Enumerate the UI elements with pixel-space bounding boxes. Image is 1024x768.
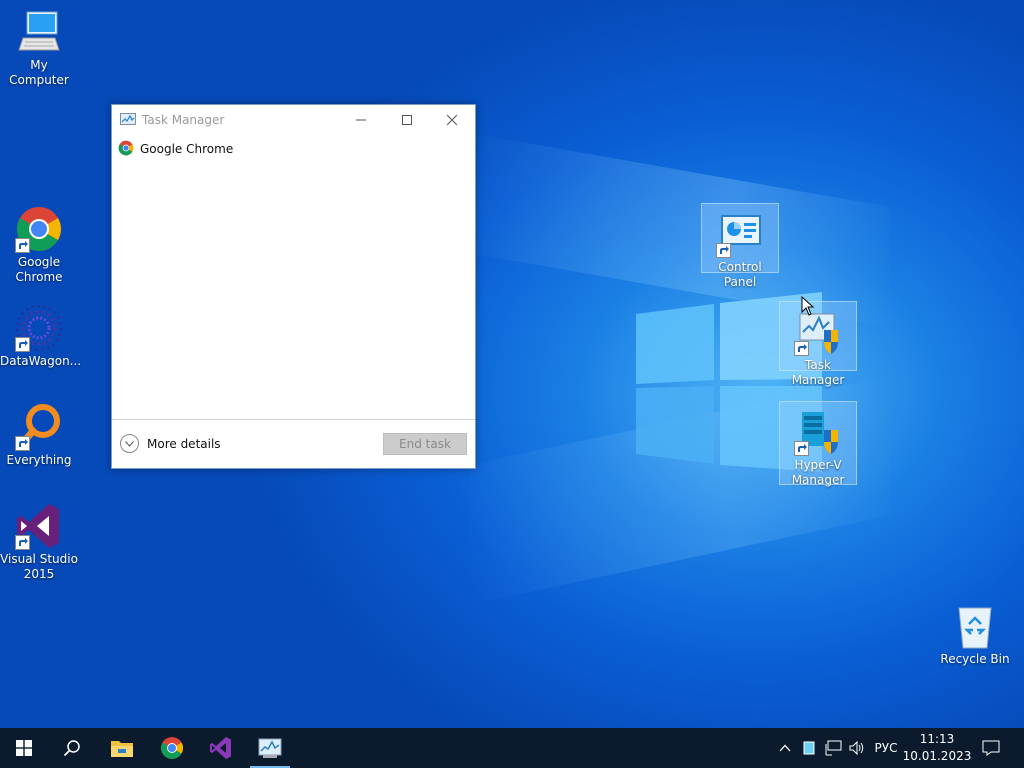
shortcut-arrow-icon: [716, 243, 731, 258]
task-manager-footer: More details End task: [112, 419, 475, 468]
hyper-v-icon: [794, 408, 842, 456]
desktop-icon-label: My Computer: [9, 58, 69, 87]
mouse-cursor-icon: [801, 296, 815, 316]
shortcut-arrow-icon: [794, 341, 809, 356]
taskbar-file-explorer[interactable]: [98, 728, 146, 768]
desktop-icon-label: Everything: [6, 453, 72, 467]
datawagon-icon: [15, 304, 63, 352]
desktop-icon-label: Recycle Bin: [940, 652, 1010, 666]
desktop-icon-hyper-v-manager[interactable]: Hyper-V Manager: [779, 401, 857, 487]
clock[interactable]: 11:13 10.01.2023: [900, 731, 974, 765]
close-icon: [447, 115, 457, 125]
desktop-icon-label: Control Panel: [718, 260, 762, 289]
computer-icon: [15, 8, 63, 56]
action-center-button[interactable]: [978, 728, 1004, 768]
desktop-icon-visual-studio[interactable]: Visual Studio 2015: [0, 502, 78, 582]
recycle-bin-icon: [951, 602, 999, 650]
task-manager-icon: [258, 738, 282, 758]
control-panel-icon: [716, 210, 764, 258]
minimize-icon: [356, 119, 366, 121]
visual-studio-icon: [15, 502, 63, 550]
visual-studio-icon: [210, 737, 231, 759]
desktop-icon-datawagon[interactable]: DataWagon...: [0, 304, 82, 369]
close-button[interactable]: [429, 105, 475, 135]
chevron-down-icon: [120, 434, 139, 453]
maximize-button[interactable]: [384, 105, 430, 135]
search-magnifier-icon: [15, 403, 63, 451]
end-task-button[interactable]: End task: [383, 433, 467, 455]
start-button[interactable]: [0, 728, 48, 768]
desktop-icon-label: Visual Studio 2015: [0, 552, 78, 581]
input-language-button[interactable]: РУС: [870, 728, 902, 768]
network-button[interactable]: [822, 728, 844, 768]
search-button[interactable]: [48, 728, 96, 768]
desktop-icon-everything[interactable]: Everything: [0, 403, 78, 468]
task-manager-icon: [120, 113, 136, 127]
more-details-label: More details: [147, 436, 221, 451]
windows-start-icon: [16, 740, 32, 756]
show-hidden-icons-button[interactable]: [776, 728, 794, 768]
window-title: Task Manager: [142, 113, 225, 127]
chevron-up-icon: [779, 744, 791, 752]
notification-icon: [982, 740, 1000, 756]
desktop-icon-task-manager[interactable]: Task Manager: [779, 301, 857, 387]
shortcut-arrow-icon: [15, 337, 30, 352]
vm-tray-icon: [803, 741, 815, 755]
task-manager-window: Task Manager Google Chrome More details …: [111, 104, 476, 469]
more-details-button[interactable]: More details: [120, 434, 221, 453]
desktop-icon-control-panel[interactable]: Control Panel: [701, 203, 779, 289]
chrome-icon: [15, 205, 63, 253]
app-list-item[interactable]: Google Chrome: [118, 139, 233, 159]
desktop-icon-my-computer[interactable]: My Computer: [0, 8, 78, 88]
shortcut-arrow-icon: [794, 441, 809, 456]
desktop-icon-label: Task Manager: [791, 358, 845, 387]
desktop-icon-label: DataWagon...: [0, 354, 82, 368]
title-bar[interactable]: Task Manager: [112, 105, 475, 135]
maximize-icon: [402, 115, 412, 125]
volume-button[interactable]: [846, 728, 868, 768]
file-explorer-icon: [111, 741, 133, 757]
chrome-icon: [161, 737, 183, 759]
desktop-icon-recycle-bin[interactable]: Recycle Bin: [936, 602, 1014, 667]
desktop-icon-google-chrome[interactable]: Google Chrome: [0, 205, 78, 285]
app-name: Google Chrome: [140, 142, 234, 156]
desktop-icon-label: Hyper-V Manager: [791, 458, 845, 487]
shortcut-arrow-icon: [15, 238, 30, 253]
search-icon: [63, 740, 80, 757]
shortcut-arrow-icon: [15, 436, 30, 451]
taskbar-chrome[interactable]: [148, 728, 196, 768]
network-icon: [825, 740, 842, 756]
chrome-icon: [118, 140, 134, 159]
clock-time: 11:13: [919, 732, 955, 746]
taskbar-visual-studio[interactable]: [197, 728, 245, 768]
shortcut-arrow-icon: [15, 535, 30, 550]
desktop-icon-label: Google Chrome: [15, 255, 63, 284]
clock-date: 10.01.2023: [902, 749, 972, 763]
speaker-icon: [849, 740, 864, 756]
tray-app-icon[interactable]: [800, 728, 818, 768]
taskbar: РУС 11:13 10.01.2023: [0, 728, 1024, 768]
minimize-button[interactable]: [338, 105, 384, 135]
taskbar-task-manager[interactable]: [246, 728, 294, 768]
